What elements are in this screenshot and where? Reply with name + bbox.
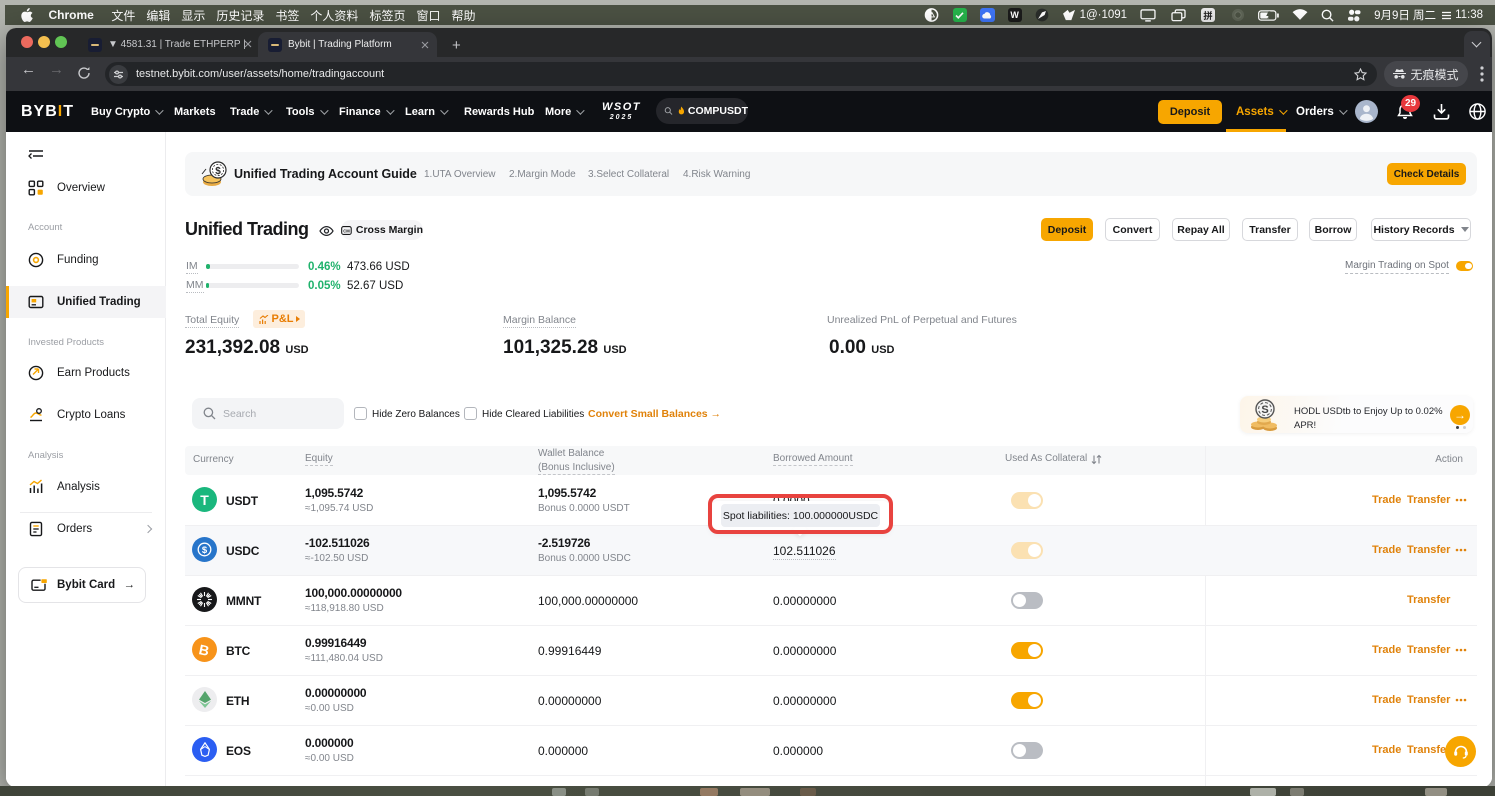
svg-text:$: $ bbox=[202, 545, 208, 556]
svg-text:CM: CM bbox=[343, 228, 350, 233]
svg-text:$: $ bbox=[215, 166, 221, 177]
svg-text:S: S bbox=[1261, 404, 1268, 416]
